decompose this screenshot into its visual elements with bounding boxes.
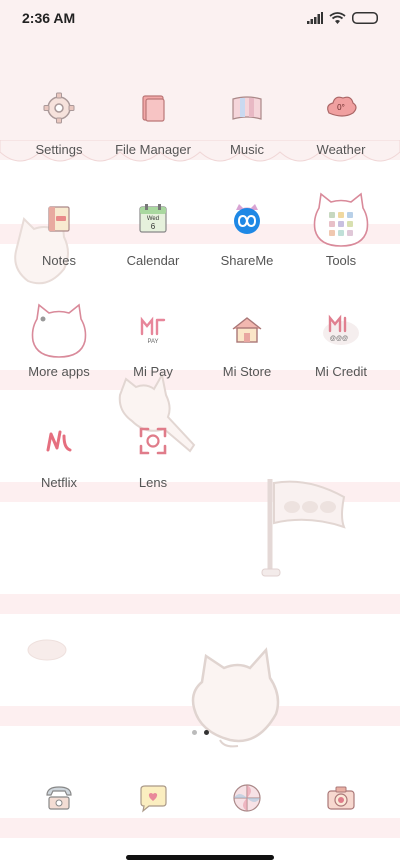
weather-icon: 0°: [315, 82, 367, 134]
netflix-icon: [33, 415, 85, 467]
notes-icon: [33, 193, 85, 245]
app-label: Music: [230, 142, 264, 157]
app-music[interactable]: Music: [200, 80, 294, 191]
app-label: ShareMe: [220, 253, 274, 268]
dock-camera[interactable]: [294, 775, 388, 819]
app-weather[interactable]: 0° Weather: [294, 80, 388, 191]
mi-credit-text: @@@: [330, 336, 348, 342]
status-bar: 2:36 AM: [0, 0, 400, 36]
shareme-icon: [221, 193, 273, 245]
app-mi-pay[interactable]: PAY Mi Pay: [106, 302, 200, 413]
app-label: Mi Credit: [314, 364, 367, 379]
app-label: Lens: [138, 475, 168, 490]
app-calendar[interactable]: Wed 6 Calendar: [106, 191, 200, 302]
wallpaper-blob-icon: [27, 639, 67, 661]
camera-icon: [315, 777, 367, 819]
wifi-icon: [329, 11, 346, 24]
tools-folder-icon: [311, 189, 371, 249]
page-indicator[interactable]: [0, 730, 400, 735]
mi-credit-icon: @@@: [315, 304, 367, 356]
app-label: Notes: [42, 253, 76, 268]
page-dot[interactable]: [191, 730, 197, 735]
dock: [12, 775, 388, 819]
lens-icon: [127, 415, 179, 467]
app-shareme[interactable]: ShareMe: [200, 191, 294, 302]
mi-pay-icon: PAY: [127, 304, 179, 356]
app-netflix[interactable]: Netflix: [12, 413, 106, 524]
app-lens[interactable]: Lens: [106, 413, 200, 524]
dock-phone[interactable]: [12, 775, 106, 819]
battery-icon: [352, 12, 378, 24]
mi-pay-text: PAY: [147, 339, 158, 345]
more-apps-folder-icon: [29, 300, 89, 360]
calendar-icon: Wed 6: [127, 193, 179, 245]
folder-tools[interactable]: Tools: [294, 191, 388, 302]
mi-store-icon: [221, 304, 273, 356]
browser-icon: [221, 777, 273, 819]
app-notes[interactable]: Notes: [12, 191, 106, 302]
status-time: 2:36 AM: [22, 10, 76, 26]
app-label: Mi Store: [222, 364, 272, 379]
app-label: Netflix: [40, 475, 78, 490]
dock-browser[interactable]: [200, 775, 294, 819]
app-label: Weather: [316, 142, 366, 157]
dock-messages[interactable]: [106, 775, 200, 819]
page-dot-active[interactable]: [203, 730, 209, 735]
folder-icon: [127, 82, 179, 134]
app-file-manager[interactable]: File Manager: [106, 80, 200, 191]
signal-icon: [307, 12, 323, 24]
app-label: Tools: [325, 253, 357, 268]
status-icons: [307, 11, 378, 25]
gear-icon: [33, 82, 85, 134]
phone-icon: [33, 777, 85, 819]
app-label: Settings: [35, 142, 83, 157]
app-settings[interactable]: Settings: [12, 80, 106, 191]
app-label: More apps: [28, 364, 90, 379]
calendar-day-number: 6: [151, 222, 156, 231]
app-label: Mi Pay: [133, 364, 173, 379]
messages-icon: [127, 777, 179, 819]
weather-temp: 0°: [337, 103, 345, 112]
app-label: File Manager: [115, 142, 191, 157]
home-indicator[interactable]: [126, 855, 274, 860]
app-mi-store[interactable]: Mi Store: [200, 302, 294, 413]
music-icon: [221, 82, 273, 134]
app-mi-credit[interactable]: @@@ Mi Credit: [294, 302, 388, 413]
app-grid: Settings File Manager Music 0° Weather N…: [12, 80, 388, 524]
folder-more-apps[interactable]: More apps: [12, 302, 106, 413]
app-label: Calendar: [126, 253, 180, 268]
